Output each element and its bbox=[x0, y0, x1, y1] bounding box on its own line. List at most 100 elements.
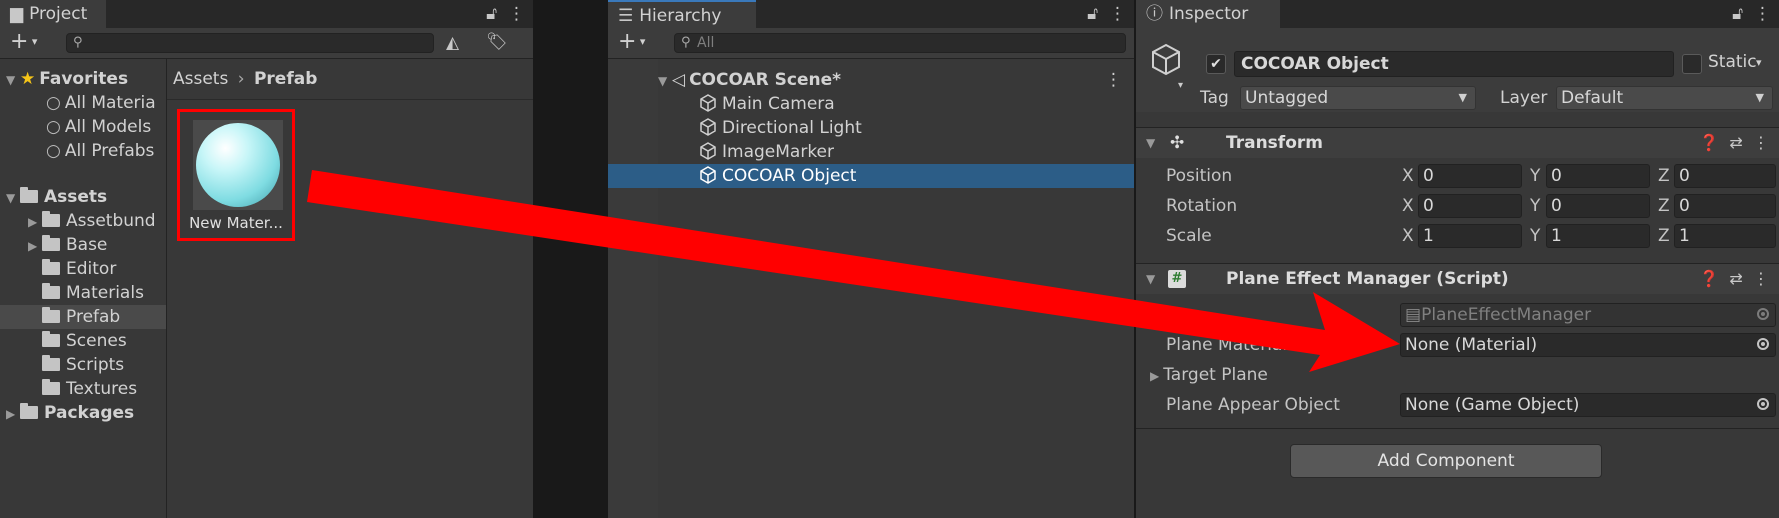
object-picker-icon[interactable] bbox=[1757, 338, 1769, 350]
tab-project[interactable]: ▆ Project bbox=[0, 0, 106, 28]
presets-icon[interactable]: ⇄ bbox=[1729, 269, 1742, 288]
folder-assetbund[interactable]: ▶ Assetbund bbox=[28, 209, 156, 233]
lock-icon[interactable]: 🔓︎ bbox=[1732, 4, 1743, 24]
scale-x-field[interactable]: 1 bbox=[1418, 224, 1522, 248]
collapse-arrow-icon[interactable]: ▶ bbox=[28, 210, 42, 234]
scene-root[interactable]: ▼ ◁ COCOAR Scene* bbox=[658, 68, 841, 92]
presets-icon[interactable]: ⇄ bbox=[1729, 133, 1742, 152]
script-component-header[interactable]: ▼ # Plane Effect Manager (Script) ❓ ⇄ ⋮ bbox=[1136, 263, 1779, 294]
plane-appear-object-field[interactable]: None (Game Object) bbox=[1400, 393, 1776, 417]
favorite-item-materials[interactable]: ○ All Materia bbox=[46, 91, 156, 115]
plane-material-field[interactable]: None (Material) bbox=[1400, 333, 1776, 357]
folder-materials[interactable]: Materials bbox=[42, 281, 144, 305]
assets-folder[interactable]: ▼ Assets bbox=[6, 185, 107, 209]
position-y-field[interactable]: 0 bbox=[1546, 164, 1650, 188]
project-tab-menu[interactable]: 🔓︎ ⋮ bbox=[486, 0, 525, 28]
project-search-input[interactable]: ⚲ bbox=[66, 33, 434, 53]
component-header-icons: ❓ ⇄ ⋮ bbox=[1699, 128, 1769, 158]
scale-z-field[interactable]: 1 bbox=[1674, 224, 1776, 248]
tab-hierarchy[interactable]: ☰ Hierarchy bbox=[608, 0, 756, 28]
kebab-menu-icon[interactable]: ⋮ bbox=[508, 4, 525, 24]
scene-menu-icon[interactable]: ⋮ bbox=[1105, 68, 1122, 92]
create-button[interactable]: + ▾ bbox=[10, 31, 37, 53]
panel-splitter[interactable] bbox=[1134, 0, 1136, 518]
hierarchy-item-cocoar-object-selected[interactable]: COCOAR Object bbox=[608, 164, 1134, 188]
favorite-item-prefabs[interactable]: ○ All Prefabs bbox=[46, 139, 154, 163]
folder-base[interactable]: ▶ Base bbox=[28, 233, 107, 257]
hierarchy-search-input[interactable]: ⚲ All bbox=[674, 33, 1126, 53]
gameobject-large-cube-icon bbox=[1152, 43, 1180, 76]
object-picker-icon[interactable] bbox=[1757, 398, 1769, 410]
collapse-arrow-icon[interactable]: ▶ bbox=[28, 234, 42, 258]
axis-x-label[interactable]: X bbox=[1402, 226, 1414, 246]
folder-icon bbox=[42, 355, 60, 371]
tab-inspector[interactable]: ⓘ Inspector bbox=[1136, 0, 1280, 28]
rotation-x-field[interactable]: 0 bbox=[1418, 194, 1522, 218]
expand-arrow-icon[interactable]: ▼ bbox=[658, 69, 672, 93]
kebab-menu-icon[interactable]: ⋮ bbox=[1753, 133, 1769, 152]
favorite-item-models[interactable]: ○ All Models bbox=[46, 115, 151, 139]
add-component-button[interactable]: Add Component bbox=[1290, 444, 1602, 478]
hierarchy-item-main-camera[interactable]: Main Camera bbox=[698, 92, 835, 116]
target-plane-label[interactable]: ▶ Target Plane bbox=[1150, 365, 1268, 385]
folder-icon bbox=[42, 307, 60, 323]
scale-y-field[interactable]: 1 bbox=[1546, 224, 1650, 248]
axis-z-label[interactable]: Z bbox=[1658, 166, 1670, 186]
expand-arrow-icon[interactable]: ▼ bbox=[1146, 264, 1155, 294]
folder-textures[interactable]: Textures bbox=[42, 377, 137, 401]
kebab-menu-icon[interactable]: ⋮ bbox=[1109, 4, 1126, 24]
axis-z-label[interactable]: Z bbox=[1658, 226, 1670, 246]
breadcrumb-prefab[interactable]: Prefab bbox=[254, 69, 317, 89]
static-dropdown-icon[interactable]: ▾ bbox=[1756, 56, 1762, 69]
lock-icon[interactable]: 🔓︎ bbox=[1087, 4, 1098, 24]
expand-arrow-icon[interactable]: ▼ bbox=[1146, 128, 1155, 158]
folder-label: Prefab bbox=[66, 307, 121, 327]
chevron-down-icon[interactable]: ▾ bbox=[1178, 80, 1183, 91]
breadcrumb-assets[interactable]: Assets bbox=[173, 69, 228, 89]
active-checkbox[interactable]: ✔ bbox=[1206, 54, 1226, 74]
layer-dropdown[interactable]: Default ▼ bbox=[1556, 86, 1773, 110]
axis-x-label[interactable]: X bbox=[1402, 166, 1414, 186]
expand-arrow-icon[interactable]: ▼ bbox=[6, 68, 20, 92]
create-button[interactable]: + ▾ bbox=[618, 31, 645, 53]
axis-y-label[interactable]: Y bbox=[1530, 226, 1540, 246]
collapse-arrow-icon[interactable]: ▶ bbox=[1150, 369, 1159, 383]
asset-item-new-material[interactable]: New Mater... bbox=[177, 109, 295, 241]
axis-y-label[interactable]: Y bbox=[1530, 166, 1540, 186]
search-by-type-icon[interactable]: ◭ bbox=[446, 33, 459, 53]
packages-label: Packages bbox=[44, 403, 135, 423]
inspector-tab-menu[interactable]: 🔓︎ ⋮ bbox=[1732, 0, 1771, 28]
hierarchy-item-imagemarker[interactable]: ImageMarker bbox=[698, 140, 834, 164]
folder-prefab-selected[interactable]: Prefab bbox=[0, 305, 166, 329]
folder-editor[interactable]: Editor bbox=[42, 257, 116, 281]
static-checkbox[interactable] bbox=[1682, 54, 1702, 74]
axis-z-label[interactable]: Z bbox=[1658, 196, 1670, 216]
transform-icon: ✣ bbox=[1170, 133, 1185, 153]
rotation-z-field[interactable]: 0 bbox=[1674, 194, 1776, 218]
favorites-header[interactable]: ▼ ★ Favorites bbox=[6, 67, 128, 91]
object-name-input[interactable]: COCOAR Object bbox=[1234, 51, 1674, 77]
favorite-item-label: All Materia bbox=[64, 93, 156, 113]
tag-dropdown[interactable]: Untagged ▼ bbox=[1240, 86, 1476, 110]
packages-folder[interactable]: ▶ Packages bbox=[6, 401, 134, 425]
kebab-menu-icon[interactable]: ⋮ bbox=[1753, 269, 1769, 288]
help-icon[interactable]: ❓ bbox=[1699, 133, 1719, 152]
hierarchy-item-directional-light[interactable]: Directional Light bbox=[698, 116, 862, 140]
label-tag-icon[interactable]: 🏷︎ bbox=[486, 32, 508, 52]
rotation-y-field[interactable]: 0 bbox=[1546, 194, 1650, 218]
folder-scenes[interactable]: Scenes bbox=[42, 329, 127, 353]
position-z-field[interactable]: 0 bbox=[1674, 164, 1776, 188]
axis-x-label[interactable]: X bbox=[1402, 196, 1414, 216]
panel-splitter[interactable] bbox=[533, 0, 608, 518]
transform-header[interactable]: ▼ ✣ Transform ❓ ⇄ ⋮ bbox=[1136, 127, 1779, 158]
position-x-field[interactable]: 0 bbox=[1418, 164, 1522, 188]
collapse-arrow-icon[interactable]: ▶ bbox=[6, 402, 20, 426]
project-panel: ▆ Project 🔓︎ ⋮ + ▾ ⚲ ◭ 🏷︎ ▼ ★ Favorites ○ Al… bbox=[0, 0, 533, 518]
folder-scripts[interactable]: Scripts bbox=[42, 353, 124, 377]
kebab-menu-icon[interactable]: ⋮ bbox=[1754, 4, 1771, 24]
help-icon[interactable]: ❓ bbox=[1699, 269, 1719, 288]
lock-icon[interactable]: 🔓︎ bbox=[486, 4, 497, 24]
axis-y-label[interactable]: Y bbox=[1530, 196, 1540, 216]
hierarchy-tab-menu[interactable]: 🔓︎ ⋮ bbox=[1087, 0, 1126, 28]
expand-arrow-icon[interactable]: ▼ bbox=[6, 186, 20, 210]
